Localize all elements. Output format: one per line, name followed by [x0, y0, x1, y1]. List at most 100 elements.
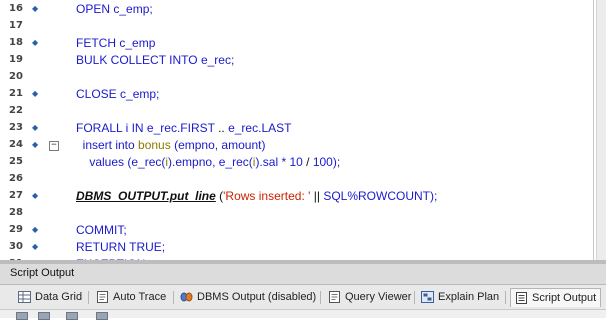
save-icon[interactable] [38, 312, 50, 320]
code-token: FIRST [180, 121, 215, 135]
tab-label: Explain Plan [438, 291, 500, 303]
code-token: c_emp; [113, 2, 153, 16]
tab-label: Data Grid [35, 291, 83, 303]
tab-separator [505, 291, 506, 304]
code-token: .. [214, 121, 229, 135]
code-line[interactable]: values (e_rec(i).empno, e_rec(i).sal * 1… [76, 155, 340, 169]
code-token: IN [131, 121, 147, 135]
code-token: (empno, amount) [170, 138, 266, 152]
code-line[interactable]: insert into bonus (empno, amount) [76, 138, 266, 152]
code-token: SQL%ROWCOUNT [323, 189, 430, 203]
line-number: 22 [9, 105, 23, 116]
output-tab-bar: Data Grid Auto Trace DBMS Output (disabl… [0, 285, 606, 310]
tab-data-grid[interactable]: Data Grid [18, 288, 82, 306]
print-icon[interactable] [66, 312, 78, 320]
explain-plan-icon [421, 291, 434, 303]
output-toolbar [0, 310, 606, 318]
code-token: || [310, 189, 324, 203]
pin-icon[interactable] [16, 312, 28, 320]
line-number: 27 [9, 190, 23, 201]
code-token: / [302, 155, 313, 169]
tab-label: Script Output [532, 292, 597, 304]
code-token: 'Rows inserted: ' [223, 189, 311, 203]
tab-label: DBMS Output (disabled) [197, 291, 317, 303]
code-token: 10 [289, 155, 303, 169]
code-token: e_rec( [131, 155, 166, 169]
breakpoint-marker-icon[interactable]: ◆ [32, 242, 38, 251]
clear-icon[interactable] [96, 312, 108, 320]
line-number: 25 [9, 156, 23, 167]
code-token: ); [332, 155, 341, 169]
breakpoint-marker-icon[interactable]: ◆ [32, 225, 38, 234]
breakpoint-marker-icon[interactable]: ◆ [32, 140, 38, 149]
code-token: FORALL [76, 121, 126, 135]
tab-separator [320, 291, 321, 304]
code-line[interactable]: FORALL i IN e_rec.FIRST .. e_rec.LAST [76, 121, 291, 135]
line-number: 20 [9, 71, 23, 82]
line-number: 30 [9, 241, 23, 252]
tab-query-viewer[interactable]: Query Viewer [328, 288, 411, 306]
code-token: ).empno, [168, 155, 219, 169]
output-panel-header: Script Output [0, 264, 606, 285]
breakpoint-marker-icon[interactable]: ◆ [32, 38, 38, 47]
output-panel-title: Script Output [10, 267, 75, 279]
code-token: COMMIT; [76, 223, 127, 237]
line-number: 21 [9, 88, 23, 99]
line-number: 29 [9, 224, 23, 235]
tab-separator [173, 291, 174, 304]
line-number: 26 [9, 173, 23, 184]
code-token: e_rec( [218, 155, 253, 169]
code-line[interactable]: COMMIT; [76, 223, 127, 237]
code-token: RETURN [76, 240, 130, 254]
code-line[interactable]: DBMS_OUTPUT.put_line ('Rows inserted: ' … [76, 189, 437, 203]
script-output-icon [515, 292, 528, 304]
breakpoint-marker-icon[interactable]: ◆ [32, 89, 38, 98]
code-token: ).sal * [255, 155, 290, 169]
code-token: 100 [312, 155, 333, 169]
line-number: 23 [9, 122, 23, 133]
code-token: FETCH [76, 36, 120, 50]
code-token: CLOSE [76, 87, 121, 101]
code-token: OPEN [76, 2, 114, 16]
code-line[interactable]: CLOSE c_emp; [76, 87, 159, 101]
breakpoint-marker-icon[interactable]: ◆ [32, 4, 38, 13]
tab-explain-plan[interactable]: Explain Plan [421, 288, 499, 306]
code-editor[interactable]: 16◆1718◆192021◆2223◆24◆−252627◆2829◆30◆3… [0, 0, 606, 260]
code-token: insert into [76, 138, 139, 152]
tab-auto-trace[interactable]: Auto Trace [96, 288, 166, 306]
tab-dbms-output[interactable]: DBMS Output (disabled) [180, 288, 316, 306]
code-token: e_rec; [200, 53, 235, 67]
line-number-gutter: 16◆1718◆192021◆2223◆24◆−252627◆2829◆30◆3… [0, 0, 59, 260]
code-token: bonus [138, 138, 171, 152]
code-token: LAST [261, 121, 292, 135]
tab-separator [414, 291, 415, 304]
code-line[interactable]: BULK COLLECT INTO e_rec; [76, 53, 234, 67]
code-token: e_rec. [146, 121, 181, 135]
breakpoint-marker-icon[interactable]: ◆ [32, 191, 38, 200]
tab-separator [88, 291, 89, 304]
data-grid-icon [18, 291, 31, 303]
breakpoint-marker-icon[interactable]: ◆ [32, 123, 38, 132]
code-token: c_emp; [120, 87, 160, 101]
tab-label: Auto Trace [113, 291, 167, 303]
dbms-output-icon [180, 291, 193, 303]
code-line[interactable]: FETCH c_emp [76, 36, 155, 50]
line-number: 24 [9, 139, 23, 150]
code-token: values ( [76, 155, 132, 169]
code-token: DBMS_OUTPUT.put_line [76, 189, 216, 203]
code-token: c_emp [119, 36, 156, 50]
right-margin-line [593, 0, 594, 260]
tab-label: Query Viewer [345, 291, 412, 303]
code-line[interactable]: RETURN TRUE; [76, 240, 165, 254]
fold-toggle-icon[interactable]: − [49, 141, 59, 151]
line-number: 28 [9, 207, 23, 218]
code-line[interactable]: OPEN c_emp; [76, 2, 153, 16]
code-token: TRUE; [129, 240, 166, 254]
editor-vertical-scrollbar[interactable] [596, 0, 606, 260]
code-token: e_rec. [228, 121, 262, 135]
line-number: 16 [9, 3, 23, 14]
line-number: 17 [9, 20, 23, 31]
line-number: 19 [9, 54, 23, 65]
auto-trace-icon [96, 291, 109, 303]
tab-script-output[interactable]: Script Output [510, 288, 602, 307]
